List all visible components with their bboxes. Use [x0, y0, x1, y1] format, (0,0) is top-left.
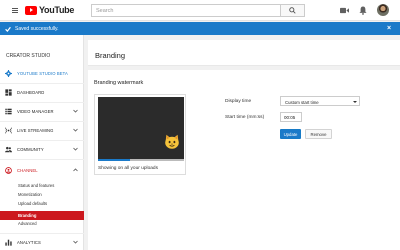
notifications-bell-icon[interactable]	[359, 6, 367, 15]
close-icon[interactable]: ×	[387, 25, 391, 33]
page-header: Branding	[88, 40, 400, 66]
search-input[interactable]	[92, 5, 280, 16]
sidebar-subitem-advanced[interactable]: Advanced	[18, 221, 37, 226]
chevron-down-icon	[73, 128, 78, 132]
sidebar-item-label: ANALYTICS	[17, 240, 41, 245]
video-manager-icon	[5, 108, 12, 115]
sidebar-item-label: CHANNEL	[17, 168, 38, 173]
divider	[0, 159, 84, 160]
youtube-logo[interactable]: YouTube	[25, 5, 74, 15]
divider	[0, 233, 84, 234]
sidebar-item-label: COMMUNITY	[17, 147, 44, 152]
sidebar-item-label: LIVE STREAMING	[17, 128, 54, 133]
live-streaming-icon	[5, 127, 12, 134]
notification-text: Saved successfully.	[15, 25, 59, 32]
start-time-input[interactable]	[280, 112, 302, 122]
chevron-down-icon	[73, 109, 78, 113]
sidebar-item-video-manager[interactable]: VIDEO MANAGER	[0, 105, 84, 118]
display-time-label: Display time	[225, 99, 252, 104]
watermark-preview: Showing on all your uploads	[94, 94, 186, 175]
logo-text: YouTube	[39, 5, 75, 15]
cat-emoji-watermark-icon	[165, 134, 179, 149]
video-progress-bar[interactable]	[98, 159, 184, 161]
branding-watermark-panel: Branding watermark Showing on all your u…	[88, 70, 400, 250]
video-player-preview[interactable]	[98, 97, 184, 161]
sidebar-item-dashboard[interactable]: DASHBOARD	[0, 86, 84, 99]
sidebar-item-analytics[interactable]: ANALYTICS	[0, 236, 84, 249]
divider	[0, 121, 84, 122]
gear-icon	[5, 70, 12, 77]
checkmark-icon	[5, 26, 11, 32]
top-bar: YouTube	[0, 0, 400, 21]
chevron-down-icon	[73, 240, 78, 244]
update-button[interactable]: Update	[280, 129, 301, 139]
divider	[0, 102, 84, 103]
section-title: Branding watermark	[94, 80, 144, 86]
search-box	[91, 4, 281, 17]
divider	[0, 140, 84, 141]
display-time-value: Custom start time	[285, 99, 319, 105]
success-notification-bar: Saved successfully. ×	[0, 22, 400, 35]
preview-caption: Showing on all your uploads	[98, 166, 159, 171]
upload-video-icon[interactable]	[340, 7, 349, 14]
sidebar-item-community[interactable]: COMMUNITY	[0, 143, 84, 156]
sidebar-subitem-branding[interactable]: Branding	[0, 211, 84, 220]
search-icon	[289, 7, 296, 14]
sidebar-item-studio-beta[interactable]: YOUTUBE STUDIO BETA	[0, 67, 84, 80]
dropdown-caret-icon	[353, 101, 357, 103]
sidebar-item-label: DASHBOARD	[17, 90, 45, 95]
menu-icon[interactable]	[12, 8, 18, 13]
sidebar-item-label: YOUTUBE STUDIO BETA	[17, 71, 68, 76]
sidebar: CREATOR STUDIO YOUTUBE STUDIO BETA DASHB…	[0, 35, 84, 250]
sidebar-subitem-upload-defaults[interactable]: Upload defaults	[18, 201, 47, 206]
page-title: Branding	[95, 51, 126, 60]
video-progress-fill	[98, 159, 130, 161]
display-time-select[interactable]: Custom start time	[280, 96, 360, 106]
remove-button[interactable]: Remove	[305, 129, 332, 139]
sidebar-heading: CREATOR STUDIO	[6, 53, 51, 59]
start-time-label: Start time (mm:ss)	[225, 115, 265, 120]
sidebar-item-channel[interactable]: CHANNEL	[0, 164, 84, 177]
sidebar-item-live-streaming[interactable]: LIVE STREAMING	[0, 124, 84, 137]
youtube-play-icon	[25, 5, 37, 15]
avatar[interactable]	[377, 4, 389, 16]
channel-icon	[5, 167, 12, 174]
chevron-down-icon	[73, 147, 78, 151]
community-icon	[5, 146, 12, 153]
chevron-up-icon	[73, 168, 78, 172]
sidebar-subitem-monetization[interactable]: Monetization	[18, 192, 42, 197]
divider	[0, 83, 84, 84]
sidebar-subitem-status-and-features[interactable]: Status and features	[18, 183, 54, 188]
analytics-icon	[5, 239, 12, 246]
dashboard-icon	[5, 89, 12, 96]
sidebar-item-label: VIDEO MANAGER	[17, 109, 54, 114]
sidebar-subitem-label: Branding	[18, 213, 37, 218]
search-button[interactable]	[281, 4, 305, 17]
